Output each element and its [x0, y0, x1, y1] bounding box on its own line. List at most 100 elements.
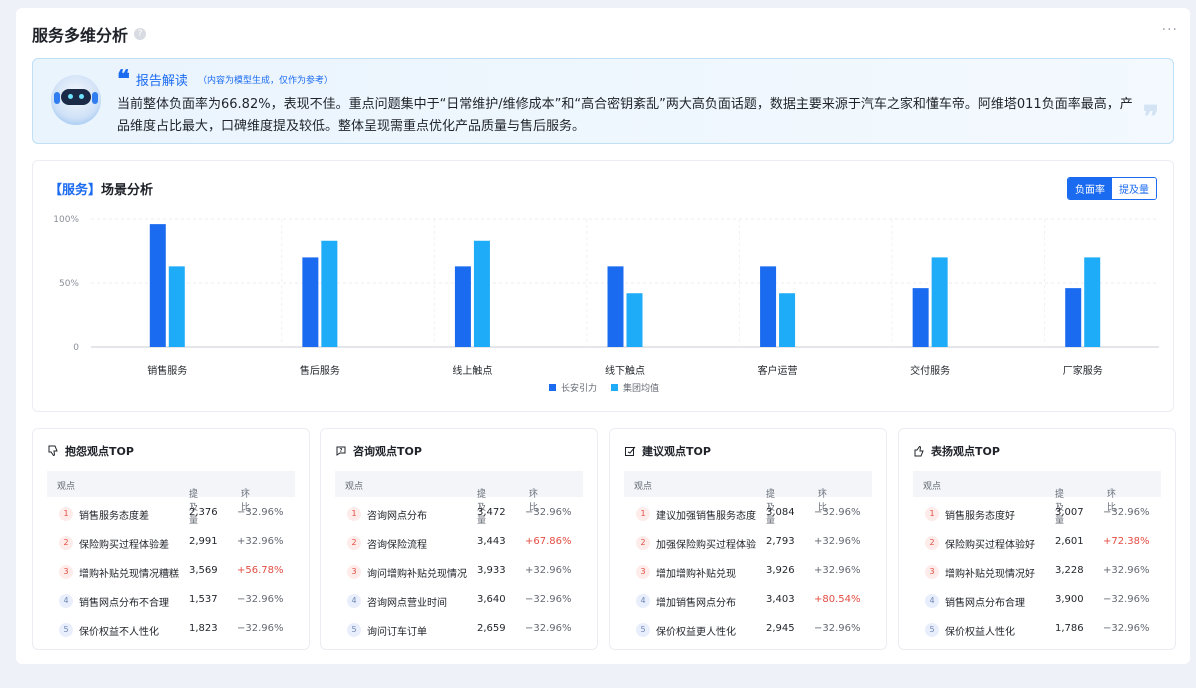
x-tick-label: 线下触点	[605, 364, 645, 377]
viewpoint-name: 增购补贴兑现情况糟糕	[79, 569, 179, 580]
question-chat-icon: ?	[335, 445, 353, 457]
legend-label-1: 集团均值	[623, 382, 659, 394]
mention-count: 1,537	[189, 594, 218, 605]
table-row[interactable]: 3 增购补贴兑现情况糟糕 3,569 +56.78%	[47, 557, 295, 586]
bar-group-3	[626, 293, 643, 347]
ratio-value: +72.38%	[1103, 536, 1150, 547]
sort-icon[interactable]: ⇕	[243, 487, 249, 495]
mention-count: 2,659	[477, 623, 506, 634]
panel-header: 抱怨观点TOP	[47, 443, 134, 459]
ratio-value: −32.96%	[1103, 594, 1150, 605]
viewpoint-name: 保险购买过程体验差	[79, 540, 169, 551]
ratio-value: +80.54%	[814, 594, 861, 605]
table-row[interactable]: 4 增加销售网点分布 3,403 +80.54%	[624, 586, 872, 615]
table-row[interactable]: 5 保价权益人性化 1,786 −32.96%	[913, 615, 1161, 644]
viewpoint-name: 咨询保险流程	[367, 540, 427, 551]
table-row[interactable]: 5 保价权益更人性化 2,945 −32.96%	[624, 615, 872, 644]
legend-label-0: 长安引力	[561, 382, 597, 394]
table-row[interactable]: 1 销售服务态度差 2,376 −32.96%	[47, 499, 295, 528]
rank-badge: 1	[59, 507, 73, 521]
bar-changan-3	[607, 266, 624, 347]
mention-count: 2,601	[1055, 536, 1084, 547]
mention-count: 3,443	[477, 536, 506, 547]
table-row[interactable]: 4 咨询网点营业时间 3,640 −32.96%	[335, 586, 583, 615]
table-row[interactable]: 1 咨询网点分布 3,472 −32.96%	[335, 499, 583, 528]
rank-badge: 4	[347, 594, 361, 608]
mention-count: 2,945	[766, 623, 795, 634]
bar-group-6	[1084, 257, 1101, 347]
bar-changan-6	[1065, 288, 1082, 347]
sort-icon[interactable]: ⇕	[1057, 487, 1063, 495]
panel-title: 建议观点TOP	[642, 445, 711, 458]
sort-icon[interactable]: ⇕	[531, 487, 537, 495]
panel-title: 表扬观点TOP	[931, 445, 1000, 458]
service-analysis-card: 服务多维分析 ? ··· ❝ 报告解读 （内容为模型生成，仅作为参考） 当前整体…	[16, 8, 1190, 664]
y-tick-label: 100%	[53, 215, 79, 225]
table-row[interactable]: 2 保险购买过程体验好 2,601 +72.38%	[913, 528, 1161, 557]
mention-count: 2,376	[189, 507, 218, 518]
mention-count: 3,900	[1055, 594, 1084, 605]
ratio-value: −32.96%	[525, 623, 572, 634]
sort-icon[interactable]: ⇕	[191, 487, 197, 495]
table-header: 观点 提及量 ⇕ 环比 ⇕	[335, 471, 583, 526]
mention-count: 1,786	[1055, 623, 1084, 634]
col-viewpoint: 观点	[345, 482, 364, 492]
table-row[interactable]: 5 询问订车订单 2,659 −32.96%	[335, 615, 583, 644]
viewpoint-panel-2: 建议观点TOP 观点 提及量 ⇕ 环比 ⇕ 1 建议加强销售服务态度 3,084 −32.96% 2…	[609, 428, 887, 650]
report-title: 报告解读	[135, 73, 188, 89]
scene-analysis: 【服务】场景分析 负面率 提及量 0 50% 100% 销售服务 售后服务 线上触点 线下触…	[32, 160, 1174, 412]
mention-count: 2,793	[766, 536, 795, 547]
rank-badge: 1	[347, 507, 361, 521]
table-row[interactable]: 3 增加增购补贴兑现 3,926 +32.96%	[624, 557, 872, 586]
quote-close-icon: ❞	[1142, 100, 1159, 135]
table-row[interactable]: 2 保险购买过程体验差 2,991 +32.96%	[47, 528, 295, 557]
rank-badge: 5	[59, 623, 73, 637]
table-row[interactable]: 5 保价权益不人性化 1,823 −32.96%	[47, 615, 295, 644]
ratio-value: +32.96%	[1103, 565, 1150, 576]
quote-open-icon: ❝	[117, 64, 130, 93]
viewpoint-name: 保价权益不人性化	[79, 627, 159, 638]
table-row[interactable]: 1 销售服务态度好 3,007 −32.96%	[913, 499, 1161, 528]
bar-changan-0	[149, 224, 166, 347]
table-row[interactable]: 4 销售网点分布不合理 1,537 −32.96%	[47, 586, 295, 615]
suggestion-icon	[624, 445, 642, 457]
ratio-value: +56.78%	[237, 565, 284, 576]
viewpoint-name: 咨询网点营业时间	[367, 598, 447, 609]
ratio-value: +67.86%	[525, 536, 572, 547]
viewpoint-name: 增购补贴兑现情况好	[945, 569, 1035, 580]
sort-icon[interactable]: ⇕	[768, 487, 774, 495]
table-row[interactable]: 3 询问增购补贴兑现情况 3,933 +32.96%	[335, 557, 583, 586]
help-icon[interactable]: ?	[134, 28, 147, 40]
x-tick-label: 售后服务	[300, 364, 340, 377]
table-row[interactable]: 2 加强保险购买过程体验 2,793 +32.96%	[624, 528, 872, 557]
panel-header: 表扬观点TOP	[913, 443, 1000, 459]
report-summary: ❝ 报告解读 （内容为模型生成，仅作为参考） 当前整体负面率为66.82%，表现…	[32, 58, 1174, 144]
robot-avatar-icon	[51, 75, 101, 125]
table-row[interactable]: 2 咨询保险流程 3,443 +67.86%	[335, 528, 583, 557]
rank-badge: 5	[636, 623, 650, 637]
table-row[interactable]: 4 销售网点分布合理 3,900 −32.96%	[913, 586, 1161, 615]
rank-badge: 4	[59, 594, 73, 608]
rank-badge: 1	[636, 507, 650, 521]
panel-title: 抱怨观点TOP	[65, 445, 134, 458]
ratio-value: +32.96%	[814, 565, 861, 576]
table-row[interactable]: 3 增购补贴兑现情况好 3,228 +32.96%	[913, 557, 1161, 586]
sort-icon[interactable]: ⇕	[479, 487, 485, 495]
viewpoint-name: 询问增购补贴兑现情况	[367, 569, 467, 580]
x-tick-label: 交付服务	[910, 364, 950, 377]
ratio-value: −32.96%	[814, 507, 861, 518]
bar-group-1	[321, 240, 338, 347]
rank-badge: 2	[636, 536, 650, 550]
x-tick-label: 销售服务	[147, 364, 187, 377]
legend-swatch-0	[549, 384, 556, 391]
thumb-up-icon	[913, 445, 931, 457]
viewpoint-name: 保价权益人性化	[945, 627, 1015, 638]
sort-icon[interactable]: ⇕	[1109, 487, 1115, 495]
table-row[interactable]: 1 建议加强销售服务态度 3,084 −32.96%	[624, 499, 872, 528]
rank-badge: 4	[636, 594, 650, 608]
sort-icon[interactable]: ⇕	[820, 487, 826, 495]
mention-count: 3,084	[766, 507, 795, 518]
bar-changan-5	[912, 288, 929, 347]
more-icon[interactable]: ···	[1162, 22, 1178, 38]
page-title: 服务多维分析	[32, 26, 129, 45]
